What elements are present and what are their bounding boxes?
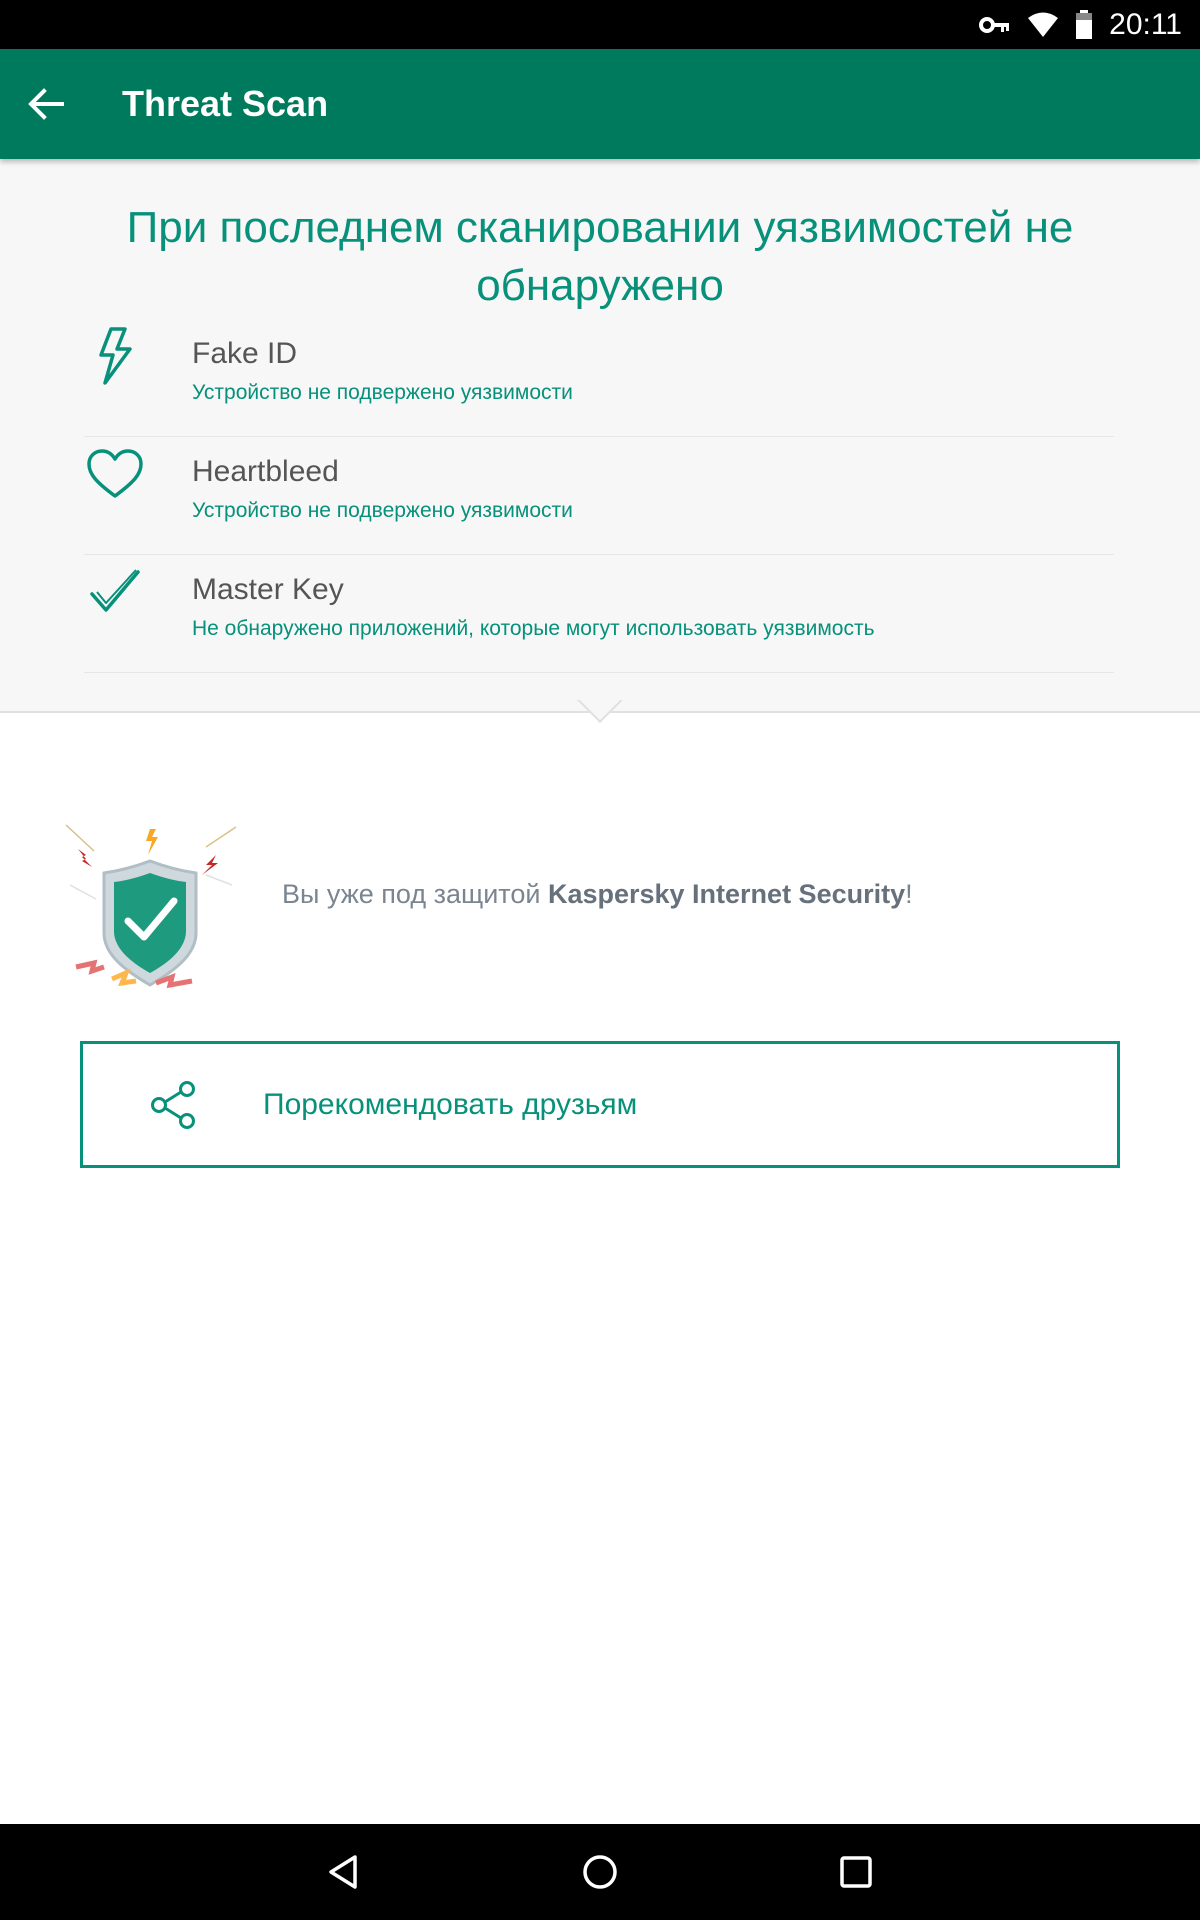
protection-message: Вы уже под защитой Kaspersky Internet Se… bbox=[282, 879, 913, 910]
recommend-label: Порекомендовать друзьям bbox=[263, 1087, 638, 1121]
shield-icon bbox=[56, 815, 246, 1005]
protection-prefix: Вы уже под защитой bbox=[282, 879, 548, 909]
share-icon bbox=[149, 1080, 199, 1130]
navigation-bar bbox=[0, 1824, 1200, 1920]
protection-status: Вы уже под защитой Kaspersky Internet Se… bbox=[56, 815, 1156, 1005]
arrow-back-icon bbox=[28, 88, 64, 120]
nav-back-button[interactable] bbox=[283, 1824, 403, 1920]
vulnerability-name: Fake ID bbox=[192, 337, 298, 370]
vulnerability-list: Fake ID Устройство не подвержено уязвимо… bbox=[84, 319, 1114, 673]
protection-suffix: ! bbox=[905, 879, 913, 909]
nav-home-button[interactable] bbox=[540, 1824, 660, 1920]
vulnerability-status: Устройство не подвержено уязвимости bbox=[192, 381, 573, 404]
heart-icon bbox=[84, 443, 146, 505]
vulnerability-item-fake-id: Fake ID Устройство не подвержено уязвимо… bbox=[84, 319, 1114, 437]
battery-icon bbox=[1075, 9, 1093, 40]
vulnerability-name: Heartbleed bbox=[192, 455, 339, 488]
vulnerability-status: Не обнаружено приложений, которые могут … bbox=[192, 617, 875, 640]
app-bar: Threat Scan bbox=[0, 49, 1200, 159]
vulnerability-item-heartbleed: Heartbleed Устройство не подвержено уязв… bbox=[84, 437, 1114, 555]
lightning-icon bbox=[84, 325, 146, 387]
panel-pointer bbox=[576, 700, 622, 724]
checkmark-icon bbox=[84, 561, 146, 623]
recommend-to-friends-button[interactable]: Порекомендовать друзьям bbox=[80, 1041, 1120, 1168]
clock: 20:11 bbox=[1109, 7, 1182, 41]
vulnerability-status: Устройство не подвержено уязвимости bbox=[192, 499, 573, 522]
status-bar: 20:11 bbox=[0, 0, 1200, 49]
brand-name: Kaspersky Internet Security bbox=[547, 879, 906, 909]
wifi-icon bbox=[1027, 12, 1059, 38]
nav-recents-button[interactable] bbox=[796, 1824, 916, 1920]
results-title: При последнем сканировании уязвимостей н… bbox=[126, 203, 1074, 310]
circle-home-icon bbox=[583, 1855, 617, 1889]
page-title: Threat Scan bbox=[122, 83, 329, 124]
back-button[interactable] bbox=[0, 49, 92, 159]
vulnerability-name: Master Key bbox=[192, 573, 344, 606]
vpn-key-icon bbox=[979, 15, 1011, 35]
vulnerability-item-master-key: Master Key Не обнаружено приложений, кот… bbox=[84, 555, 1114, 673]
square-recents-icon bbox=[840, 1856, 872, 1888]
scan-results-panel: При последнем сканировании уязвимостей н… bbox=[0, 159, 1200, 713]
triangle-back-icon bbox=[329, 1855, 357, 1889]
